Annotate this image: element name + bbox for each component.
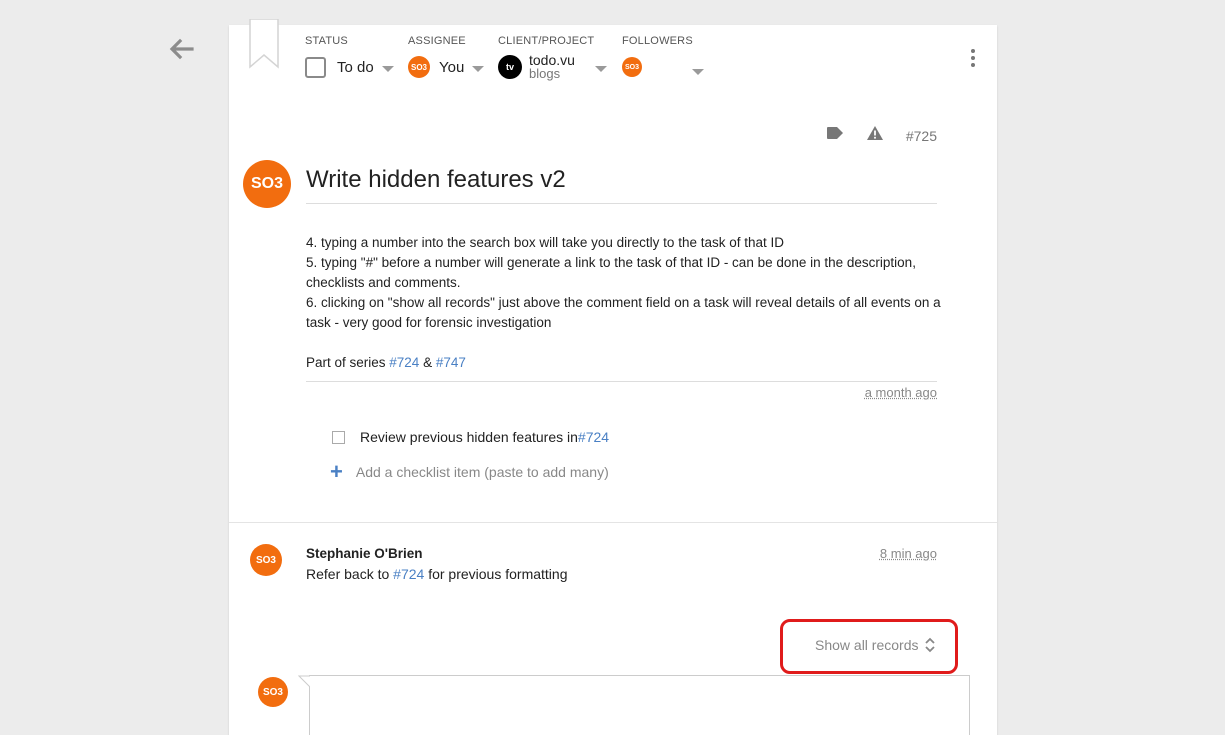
description-line: 6. clicking on "show all records" just a… — [306, 293, 946, 333]
status-checkbox[interactable] — [305, 57, 326, 78]
task-description[interactable]: 4. typing a number into the search box w… — [306, 233, 946, 373]
project-name[interactable]: todo.vu — [529, 53, 575, 67]
task-link-747[interactable]: #747 — [436, 355, 466, 370]
assignee-value[interactable]: You — [439, 59, 464, 76]
tag-icon[interactable] — [826, 126, 844, 145]
section-divider — [229, 522, 997, 523]
status-field: STATUS To do — [305, 35, 394, 79]
task-owner-avatar: SO3 — [243, 160, 291, 208]
follower-avatar[interactable]: SO3 — [622, 57, 642, 77]
checklist-task-link[interactable]: #724 — [578, 429, 609, 445]
back-arrow-icon[interactable] — [166, 34, 196, 64]
add-checklist-item[interactable]: + Add a checklist item (paste to add man… — [330, 463, 609, 481]
checklist-item: Review previous hidden features in #724 — [332, 429, 609, 445]
assignee-avatar[interactable]: SO3 — [408, 56, 430, 78]
status-dropdown-icon[interactable] — [382, 66, 394, 72]
comment-bubble-tail — [298, 675, 312, 693]
new-comment-avatar: SO3 — [258, 677, 288, 707]
followers-label: FOLLOWERS — [622, 35, 704, 49]
add-checklist-label: Add a checklist item (paste to add many) — [356, 464, 609, 480]
task-link-724[interactable]: #724 — [389, 355, 419, 370]
description-divider — [306, 381, 937, 382]
assignee-field: ASSIGNEE SO3 You — [408, 35, 484, 79]
plus-icon: + — [330, 463, 343, 481]
project-sub[interactable]: blogs — [529, 67, 575, 81]
description-timestamp: a month ago — [865, 385, 937, 400]
status-value[interactable]: To do — [337, 59, 374, 76]
warning-icon[interactable] — [866, 125, 884, 146]
series-line: Part of series #724 & #747 — [306, 353, 946, 373]
comment-avatar: SO3 — [250, 544, 282, 576]
project-logo[interactable]: tv — [498, 55, 522, 79]
project-dropdown-icon[interactable] — [595, 66, 607, 72]
task-id: #725 — [906, 128, 937, 144]
bookmark-icon[interactable] — [249, 19, 279, 69]
followers-field: FOLLOWERS SO3 — [622, 35, 704, 79]
project-field: CLIENT/PROJECT tv todo.vu blogs — [498, 35, 607, 79]
status-label: STATUS — [305, 35, 394, 49]
checklist-item-text[interactable]: Review previous hidden features in — [360, 429, 578, 445]
description-line: 5. typing "#" before a number will gener… — [306, 253, 946, 293]
more-options-icon[interactable] — [969, 49, 977, 69]
checklist-checkbox[interactable] — [332, 431, 345, 444]
comment-input[interactable] — [309, 675, 970, 735]
highlight-annotation — [780, 619, 958, 674]
comment-task-link[interactable]: #724 — [393, 566, 424, 582]
task-title[interactable]: Write hidden features v2 — [306, 166, 937, 204]
project-label: CLIENT/PROJECT — [498, 35, 607, 49]
description-line: 4. typing a number into the search box w… — [306, 233, 946, 253]
comment-author: Stephanie O'Brien — [306, 546, 422, 561]
assignee-label: ASSIGNEE — [408, 35, 484, 49]
task-card: STATUS To do ASSIGNEE SO3 You CLIENT/PRO… — [229, 25, 997, 735]
comment-timestamp: 8 min ago — [880, 546, 937, 561]
task-meta-row: #725 — [826, 125, 937, 146]
comment-text: Refer back to #724 for previous formatti… — [306, 566, 567, 582]
followers-dropdown-icon[interactable] — [692, 69, 704, 75]
assignee-dropdown-icon[interactable] — [472, 66, 484, 72]
